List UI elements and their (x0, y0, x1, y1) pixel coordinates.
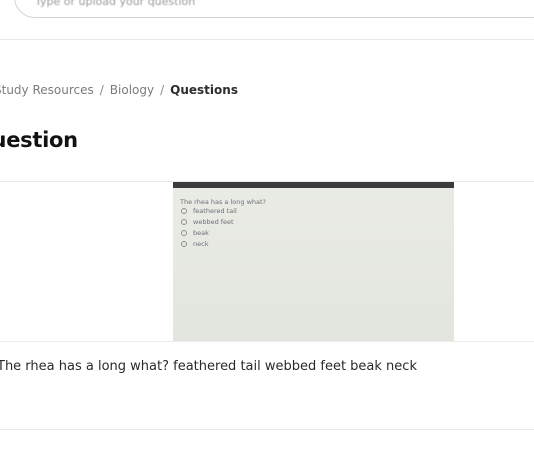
photo-option-label: webbed feet (193, 218, 234, 226)
search-input[interactable]: Type or upload your question (14, 0, 534, 18)
breadcrumb-separator: / (160, 83, 165, 97)
card-divider (0, 341, 534, 342)
question-text: The rhea has a long what? feathered tail… (0, 359, 417, 374)
photo-option-label: feathered tail (193, 207, 237, 215)
breadcrumb: Study Resources / Biology / Questions (0, 83, 238, 97)
photo-question-text: The rhea has a long what? (180, 198, 266, 206)
photo-option: neck (181, 239, 208, 249)
page-title: Question (0, 128, 78, 152)
breadcrumb-separator: / (99, 83, 104, 97)
radio-icon (181, 241, 187, 247)
radio-icon (181, 230, 187, 236)
search-placeholder: Type or upload your question (35, 0, 196, 8)
header-divider (0, 39, 534, 40)
breadcrumb-biology[interactable]: Biology (110, 83, 154, 97)
breadcrumb-study-resources[interactable]: Study Resources (0, 83, 94, 97)
photo-option: webbed feet (181, 217, 234, 227)
photo-option: beak (181, 228, 209, 238)
card-bottom-divider (0, 429, 534, 430)
radio-icon (181, 208, 187, 214)
breadcrumb-current: Questions (170, 83, 238, 97)
photo-option: feathered tail (181, 206, 237, 216)
photo-option-label: beak (193, 229, 209, 237)
radio-icon (181, 219, 187, 225)
question-image[interactable]: The rhea has a long what? feathered tail… (173, 182, 454, 341)
photo-screen-bezel (173, 182, 454, 188)
photo-option-label: neck (193, 240, 209, 248)
